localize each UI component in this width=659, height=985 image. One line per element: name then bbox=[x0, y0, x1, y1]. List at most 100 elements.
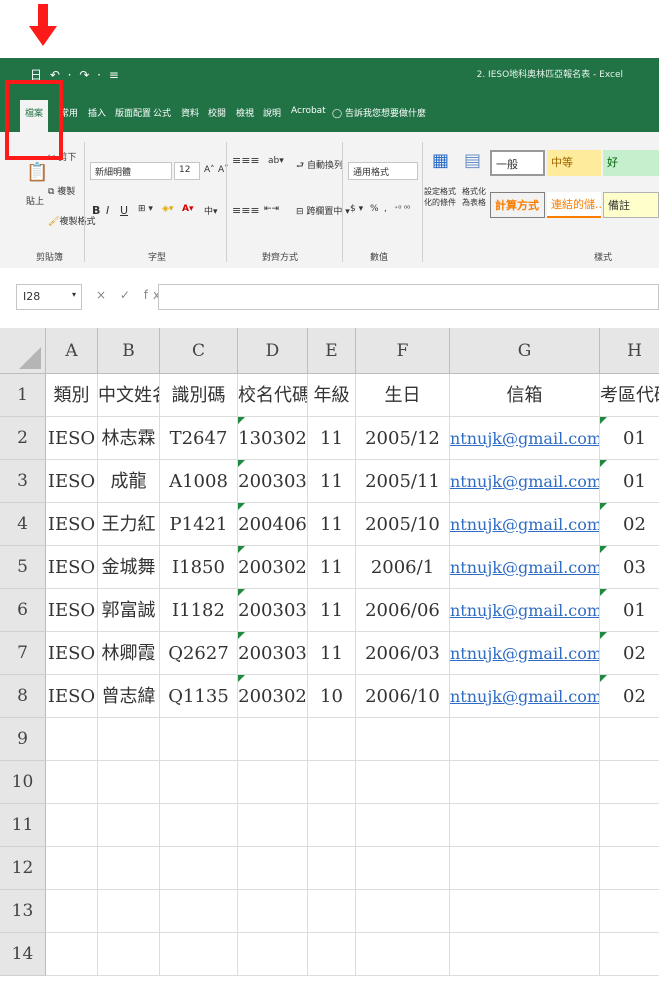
tab-acrobat[interactable]: Acrobat bbox=[291, 106, 326, 116]
column-header-a[interactable]: A bbox=[46, 328, 98, 374]
orientation-icon[interactable]: ab▾ bbox=[268, 156, 284, 166]
cell-b3[interactable]: 成龍 bbox=[98, 460, 160, 503]
cell-f6[interactable]: 2006/06 bbox=[356, 589, 450, 632]
cell-c11[interactable] bbox=[160, 804, 238, 847]
align-top-icon[interactable]: ≡≡≡ bbox=[232, 154, 260, 167]
cell-g12[interactable] bbox=[450, 847, 600, 890]
style-calculation[interactable]: 計算方式 bbox=[490, 192, 545, 218]
column-header-h[interactable]: H bbox=[600, 328, 659, 374]
name-box[interactable]: I28 ▾ bbox=[16, 284, 82, 310]
column-header-f[interactable]: F bbox=[356, 328, 450, 374]
cell-a9[interactable] bbox=[46, 718, 98, 761]
cell-f3[interactable]: 2005/11 bbox=[356, 460, 450, 503]
number-format-select[interactable]: 通用格式 bbox=[348, 162, 418, 180]
cell-f4[interactable]: 2005/10 bbox=[356, 503, 450, 546]
cell-g4[interactable]: ntnujk@gmail.com bbox=[450, 503, 600, 546]
cell-e13[interactable] bbox=[308, 890, 356, 933]
cell-g8[interactable]: ntnujk@gmail.com bbox=[450, 675, 600, 718]
cell-a10[interactable] bbox=[46, 761, 98, 804]
paste-button[interactable]: 貼上 bbox=[26, 194, 44, 207]
cell-a1[interactable]: 類別 bbox=[46, 374, 98, 417]
cell-b9[interactable] bbox=[98, 718, 160, 761]
cell-g14[interactable] bbox=[450, 933, 600, 976]
row-header-4[interactable]: 4 bbox=[0, 503, 46, 546]
row-header-3[interactable]: 3 bbox=[0, 460, 46, 503]
cell-e7[interactable]: 11 bbox=[308, 632, 356, 675]
cell-h2[interactable]: 01 bbox=[600, 417, 659, 460]
cell-b5[interactable]: 金城舞 bbox=[98, 546, 160, 589]
cell-d2[interactable]: 130302 bbox=[238, 417, 308, 460]
cell-f8[interactable]: 2006/10 bbox=[356, 675, 450, 718]
shrink-font-button[interactable]: A˅ bbox=[218, 165, 229, 175]
cell-d13[interactable] bbox=[238, 890, 308, 933]
italic-button[interactable]: I bbox=[106, 204, 109, 217]
cell-e8[interactable]: 10 bbox=[308, 675, 356, 718]
cell-a4[interactable]: IESO bbox=[46, 503, 98, 546]
row-header-1[interactable]: 1 bbox=[0, 374, 46, 417]
column-header-c[interactable]: C bbox=[160, 328, 238, 374]
cell-c9[interactable] bbox=[160, 718, 238, 761]
cell-d12[interactable] bbox=[238, 847, 308, 890]
cell-g6[interactable]: ntnujk@gmail.com bbox=[450, 589, 600, 632]
cell-b11[interactable] bbox=[98, 804, 160, 847]
tab-review[interactable]: 校閱 bbox=[208, 106, 226, 119]
cell-g3[interactable]: ntnujk@gmail.com bbox=[450, 460, 600, 503]
cell-h8[interactable]: 02 bbox=[600, 675, 659, 718]
tab-page-layout[interactable]: 版面配置 bbox=[115, 106, 151, 119]
cell-e11[interactable] bbox=[308, 804, 356, 847]
cell-h6[interactable]: 01 bbox=[600, 589, 659, 632]
comma-button[interactable]: , bbox=[384, 204, 387, 214]
conditional-format-button[interactable]: 設定格式化的條件 bbox=[424, 186, 462, 208]
cell-d6[interactable]: 200303 bbox=[238, 589, 308, 632]
cell-a13[interactable] bbox=[46, 890, 98, 933]
cell-c1[interactable]: 識別碼 bbox=[160, 374, 238, 417]
cell-a12[interactable] bbox=[46, 847, 98, 890]
cell-h5[interactable]: 03 bbox=[600, 546, 659, 589]
cell-f1[interactable]: 生日 bbox=[356, 374, 450, 417]
cell-h11[interactable] bbox=[600, 804, 659, 847]
row-header-5[interactable]: 5 bbox=[0, 546, 46, 589]
row-header-13[interactable]: 13 bbox=[0, 890, 46, 933]
indent-icon[interactable]: ⇤⇥ bbox=[264, 204, 279, 214]
column-header-g[interactable]: G bbox=[450, 328, 600, 374]
cell-h9[interactable] bbox=[600, 718, 659, 761]
cell-f11[interactable] bbox=[356, 804, 450, 847]
cell-g10[interactable] bbox=[450, 761, 600, 804]
font-color-icon[interactable]: A▾ bbox=[182, 204, 193, 214]
cell-c12[interactable] bbox=[160, 847, 238, 890]
style-note[interactable]: 備註 bbox=[603, 192, 659, 218]
cell-e10[interactable] bbox=[308, 761, 356, 804]
tell-me-search[interactable]: ◯ 告訴我您想要做什麼 bbox=[332, 106, 426, 119]
cell-c6[interactable]: I1182 bbox=[160, 589, 238, 632]
cell-b13[interactable] bbox=[98, 890, 160, 933]
cell-c3[interactable]: A1008 bbox=[160, 460, 238, 503]
cell-b6[interactable]: 郭富誠 bbox=[98, 589, 160, 632]
cell-b8[interactable]: 曾志緯 bbox=[98, 675, 160, 718]
cell-b10[interactable] bbox=[98, 761, 160, 804]
underline-button[interactable]: U bbox=[120, 204, 128, 217]
tab-formulas[interactable]: 公式 bbox=[153, 106, 171, 119]
cell-g1[interactable]: 信箱 bbox=[450, 374, 600, 417]
cell-g9[interactable] bbox=[450, 718, 600, 761]
cell-a5[interactable]: IESO bbox=[46, 546, 98, 589]
cell-f13[interactable] bbox=[356, 890, 450, 933]
cell-c5[interactable]: I1850 bbox=[160, 546, 238, 589]
cell-e1[interactable]: 年級 bbox=[308, 374, 356, 417]
cell-f2[interactable]: 2005/12 bbox=[356, 417, 450, 460]
cell-c2[interactable]: T2647 bbox=[160, 417, 238, 460]
cell-d8[interactable]: 200302 bbox=[238, 675, 308, 718]
style-good[interactable]: 好 bbox=[603, 150, 659, 176]
format-as-table-button[interactable]: 格式化為表格 bbox=[462, 186, 490, 208]
cell-d5[interactable]: 200302 bbox=[238, 546, 308, 589]
row-header-6[interactable]: 6 bbox=[0, 589, 46, 632]
cell-a14[interactable] bbox=[46, 933, 98, 976]
row-header-14[interactable]: 14 bbox=[0, 933, 46, 976]
cell-a7[interactable]: IESO bbox=[46, 632, 98, 675]
phonetic-icon[interactable]: 中▾ bbox=[204, 204, 218, 217]
cell-h7[interactable]: 02 bbox=[600, 632, 659, 675]
cell-d9[interactable] bbox=[238, 718, 308, 761]
cell-h12[interactable] bbox=[600, 847, 659, 890]
cell-g5[interactable]: ntnujk@gmail.com bbox=[450, 546, 600, 589]
cell-b4[interactable]: 王力紅 bbox=[98, 503, 160, 546]
style-normal[interactable]: 一般 bbox=[490, 150, 545, 176]
